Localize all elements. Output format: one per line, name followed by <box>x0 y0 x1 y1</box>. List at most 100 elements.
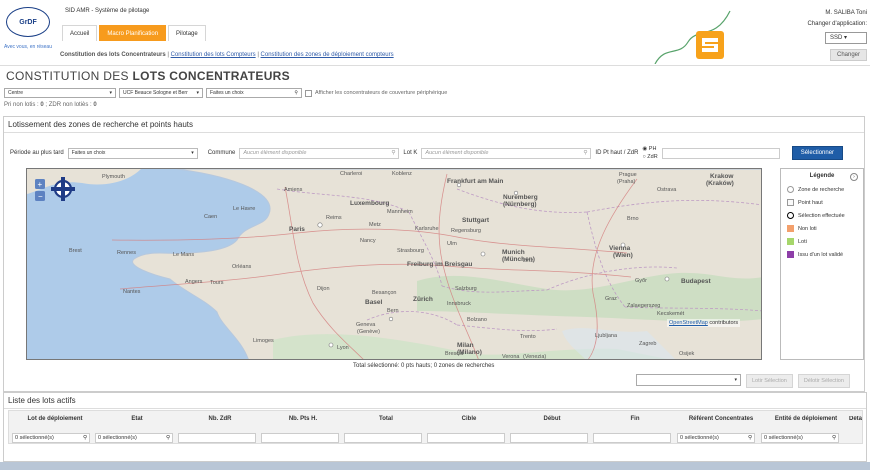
svg-text:Metz: Metz <box>369 222 381 228</box>
zdr-count-label: ; ZDR non lotiès : <box>45 102 92 108</box>
svg-text:Angers: Angers <box>185 279 203 285</box>
app-select-value: SSD <box>830 35 843 41</box>
column-header[interactable]: Lot de déploiement <box>17 416 93 422</box>
legend-item-label: Zone de recherche <box>798 186 845 193</box>
commune-input[interactable]: Aucun élément disponible ⚲ <box>239 147 400 159</box>
lotir-selection-button[interactable]: Lotir Sélection <box>746 374 793 388</box>
entite-filter[interactable]: 0 sélectionné(s) ⚲ <box>761 433 839 443</box>
ucf-select[interactable]: UCF Beauce Sologne et Berr ▾ <box>119 88 203 98</box>
lot-select[interactable]: ▾ <box>636 374 741 386</box>
svg-text:Ljubljana: Ljubljana <box>595 333 618 339</box>
svg-text:Győr: Győr <box>635 278 647 284</box>
column-header[interactable]: Nb. Pts H. <box>263 416 343 422</box>
selection-actions: ▾ Lotir Sélection Délotir Sélection <box>636 374 850 388</box>
debut-filter[interactable] <box>510 433 588 443</box>
column-header[interactable]: Référent Concentrates <box>679 416 763 422</box>
map-legend: Légende › Zone de recherche Point haut S… <box>780 168 864 360</box>
search-icon: ⚲ <box>165 435 170 441</box>
periode-select[interactable]: Faites un choix ▾ <box>67 147 198 159</box>
radio-zdr[interactable]: ○ ZdR <box>642 154 657 160</box>
id-input[interactable] <box>661 147 780 159</box>
column-header[interactable]: Entité de déploiement <box>765 416 847 422</box>
lotk-input[interactable]: Aucun élément disponible ⚲ <box>421 147 592 159</box>
subnav-separator: | <box>167 52 169 58</box>
grdf-logo[interactable]: GrDF <box>6 7 50 37</box>
svg-text:(Genève): (Genève) <box>357 329 380 335</box>
filter-text: 0 sélectionné(s) <box>764 435 803 441</box>
osm-link[interactable]: OpenStreetMap <box>669 320 708 326</box>
svg-text:(Nürnberg): (Nürnberg) <box>503 201 537 208</box>
column-header[interactable]: Cible <box>429 416 509 422</box>
column-header[interactable]: Nb. ZdR <box>180 416 260 422</box>
region-select[interactable]: Centre ▾ <box>4 88 116 98</box>
decorative-plug-graphic <box>654 10 731 64</box>
zdr-filter[interactable] <box>178 433 256 443</box>
svg-text:Milan: Milan <box>457 342 474 349</box>
etat-filter[interactable]: 0 sélectionné(s) ⚲ <box>95 433 173 443</box>
svg-text:Zalaegerszeg: Zalaegerszeg <box>627 303 660 309</box>
legend-collapse-icon[interactable]: › <box>850 173 858 181</box>
delotir-selection-button[interactable]: Délotir Sélection <box>797 374 850 388</box>
svg-text:Kecskemét: Kecskemét <box>657 311 685 317</box>
page-title-bold: LOTS CONCENTRATEURS <box>132 69 290 83</box>
radio-ph[interactable]: ◉ PH <box>642 146 657 152</box>
subnav-link-zones-deploiement[interactable]: Constitution des zones de déploiement co… <box>261 52 394 58</box>
column-header[interactable]: Fin <box>595 416 675 422</box>
select-button[interactable]: Sélectionner <box>791 146 844 160</box>
chevron-down-icon: ▾ <box>191 150 194 156</box>
svg-text:Freiburg im Breisgau: Freiburg im Breisgau <box>407 261 472 268</box>
change-app-button[interactable]: Changer <box>829 49 867 61</box>
selection-ring-icon <box>787 212 794 219</box>
choice-select[interactable]: Faites un choix ⚲ <box>206 88 302 98</box>
lot-filter[interactable]: 0 sélectionné(s) ⚲ <box>12 433 90 443</box>
fin-filter[interactable] <box>593 433 671 443</box>
filter-text: 0 sélectionné(s) <box>15 435 54 441</box>
tab-pilotage[interactable]: Pilotage <box>168 25 206 41</box>
svg-text:Strasbourg: Strasbourg <box>397 248 424 254</box>
commune-placeholder: Aucun élément disponible <box>243 150 307 156</box>
svg-text:Zürich: Zürich <box>413 296 433 303</box>
filter-text: 0 sélectionné(s) <box>98 435 137 441</box>
svg-text:Nantes: Nantes <box>123 289 141 295</box>
svg-text:Karlsruhe: Karlsruhe <box>415 226 439 232</box>
search-row: Période au plus tard Faites un choix ▾ C… <box>10 146 844 160</box>
total-filter[interactable] <box>344 433 422 443</box>
peripheral-checkbox[interactable] <box>305 89 312 97</box>
zdr-count-value: 0 <box>93 102 97 108</box>
svg-text:Ulm: Ulm <box>447 241 457 247</box>
svg-text:Le Mans: Le Mans <box>173 252 194 258</box>
svg-text:Rennes: Rennes <box>117 250 136 256</box>
column-header[interactable]: Total <box>346 416 426 422</box>
column-header[interactable]: Déta <box>849 416 863 422</box>
svg-text:(Wien): (Wien) <box>613 252 633 259</box>
column-header[interactable]: Début <box>512 416 592 422</box>
svg-text:Koblenz: Koblenz <box>392 171 412 177</box>
svg-text:Besançon: Besançon <box>372 290 396 296</box>
svg-text:Krakow: Krakow <box>710 173 734 180</box>
subnav-link-lots-compteurs[interactable]: Constitution des lots Compteurs <box>171 52 256 58</box>
peripheral-label: Afficher les concentrateurs de couvertur… <box>315 90 448 96</box>
svg-text:Mannheim: Mannheim <box>387 209 413 215</box>
lotk-label: Lot K <box>403 150 418 156</box>
sub-navigation: Constitution des lots Concentrateurs | C… <box>60 52 394 58</box>
svg-text:Brest: Brest <box>69 248 82 254</box>
ptsh-filter[interactable] <box>261 433 339 443</box>
svg-text:Limoges: Limoges <box>253 338 274 344</box>
search-icon: ⚲ <box>747 435 752 441</box>
referent-filter[interactable]: 0 sélectionné(s) ⚲ <box>677 433 755 443</box>
page-title: CONSTITUTION DES LOTS CONCENTRATEURS <box>6 69 290 83</box>
svg-text:Le Havre: Le Havre <box>233 206 255 212</box>
legend-item: Sélection effectuée <box>781 209 863 222</box>
map-view[interactable]: Plymouth Amiens Le Havre Charleroi Koblenz Pr… <box>26 168 762 360</box>
svg-text:Verona: Verona <box>502 354 520 360</box>
svg-text:(Kraków): (Kraków) <box>706 180 734 187</box>
svg-text:−: − <box>38 192 43 201</box>
column-header[interactable]: Etat <box>97 416 177 422</box>
tab-accueil[interactable]: Accueil <box>62 25 98 41</box>
tab-macro-planification[interactable]: Macro Planification <box>99 25 167 41</box>
cible-filter[interactable] <box>427 433 505 443</box>
choice-value: Faites un choix <box>210 90 244 96</box>
pri-count-label: Pri non lotis : <box>4 102 39 108</box>
svg-text:Zagreb: Zagreb <box>639 341 656 347</box>
app-select[interactable]: SSD ▾ <box>825 32 867 44</box>
